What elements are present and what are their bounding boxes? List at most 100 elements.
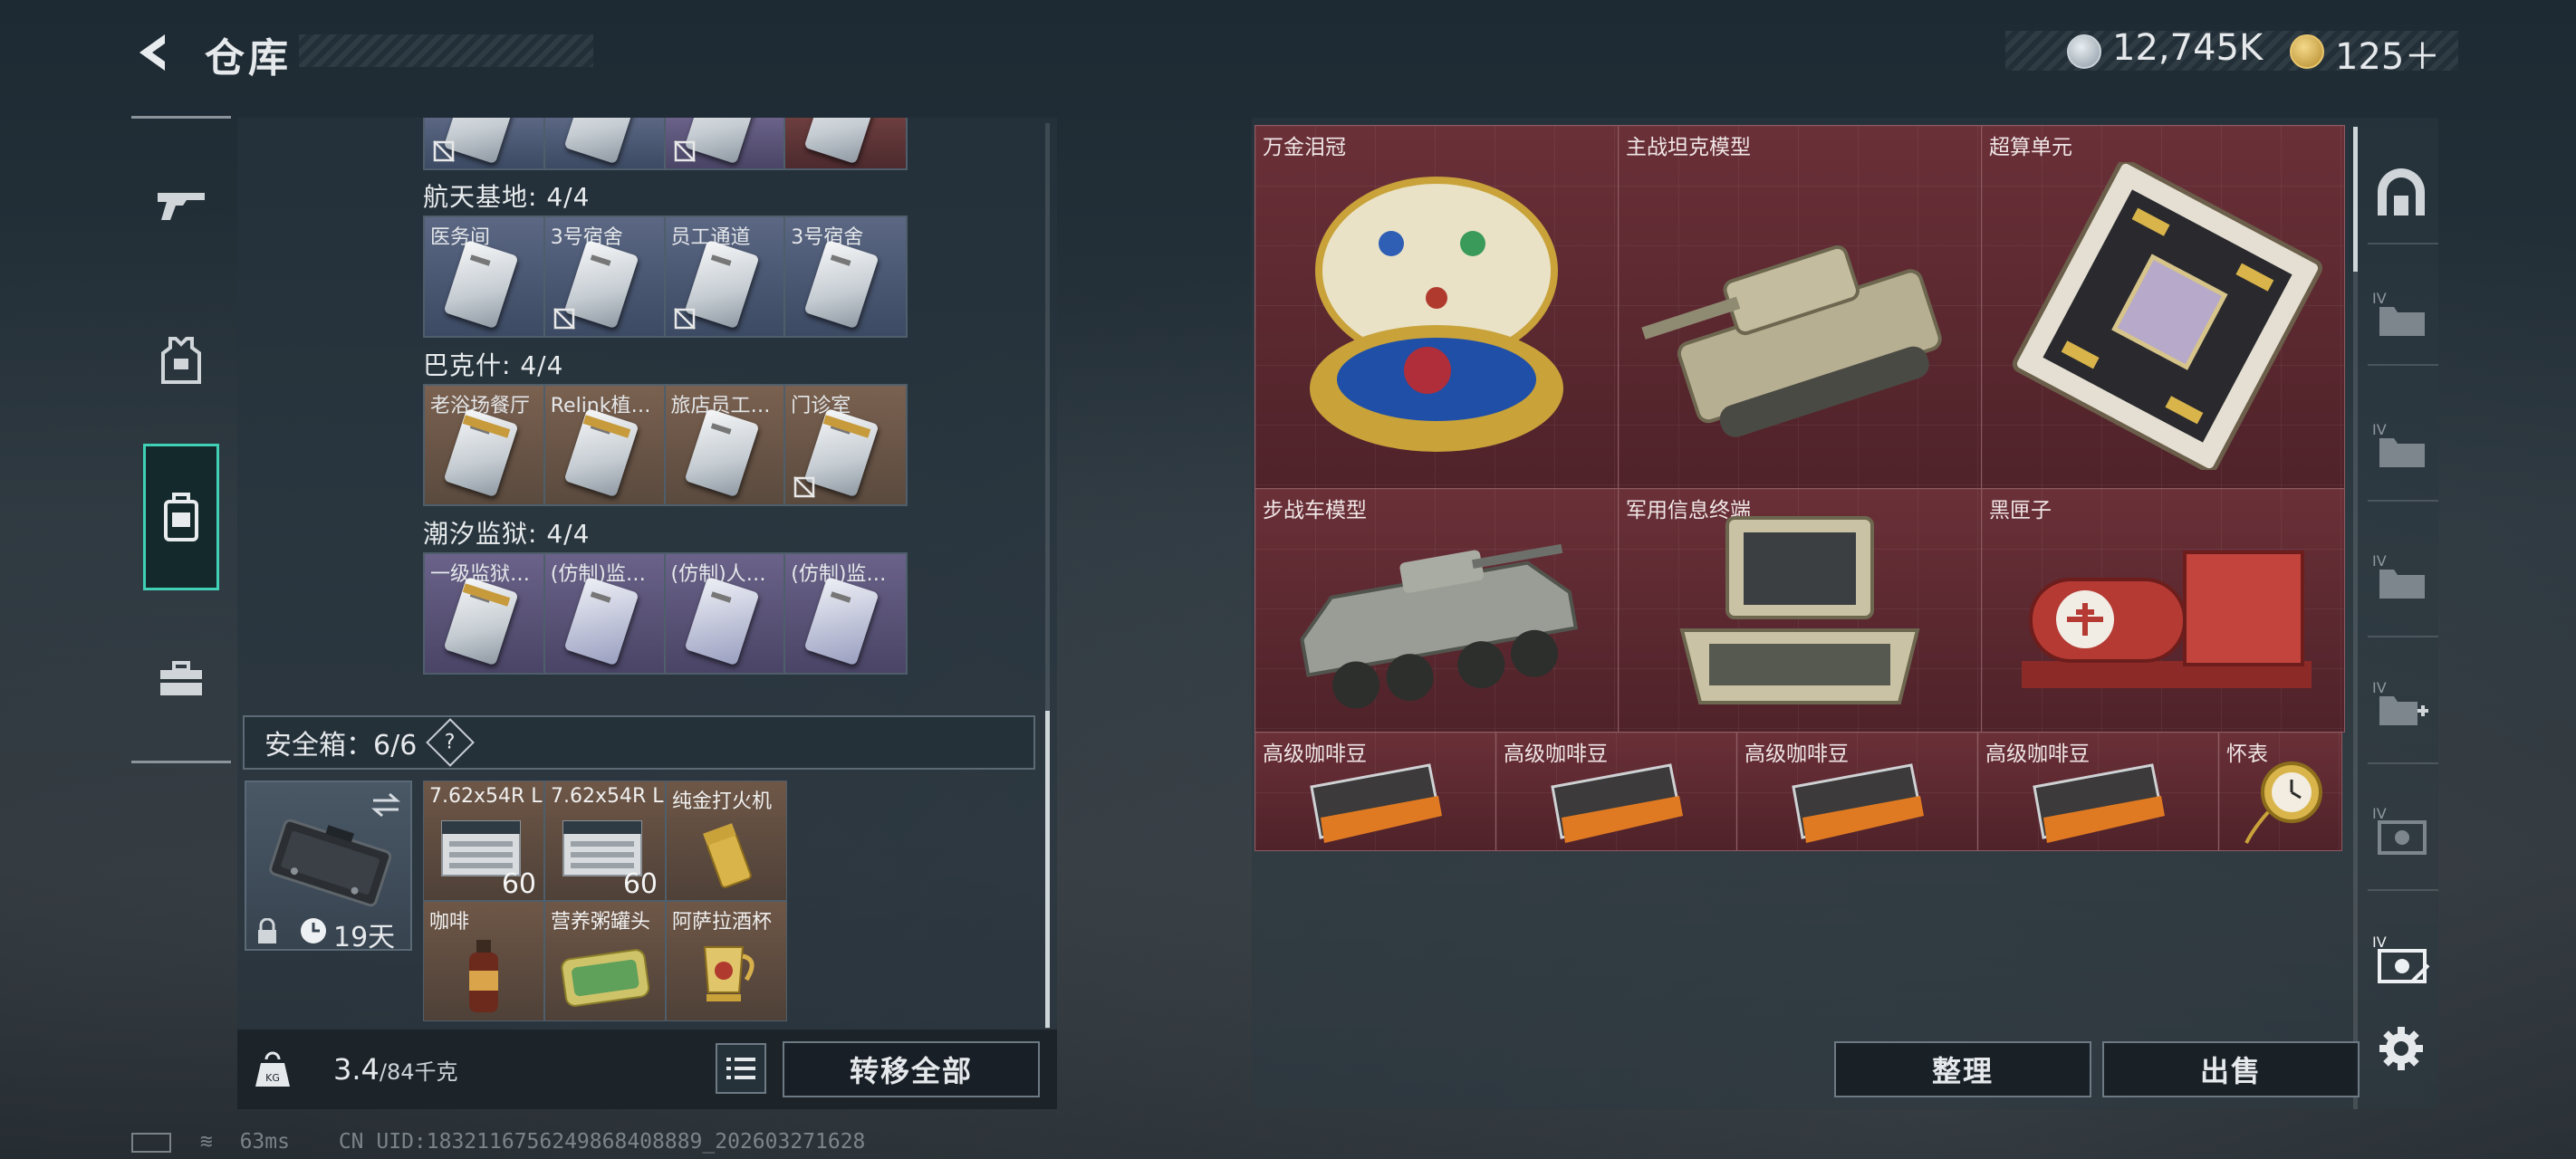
stash-item-ifv-model[interactable]: 步战车模型 [1254,488,1619,733]
side-divider [2368,243,2438,244]
nav-weapon[interactable] [136,158,226,249]
settings-button[interactable] [2369,1016,2434,1081]
svg-text:IV: IV [2372,421,2387,438]
stash-item-supercompute-unit[interactable]: 超算单元 [1981,125,2345,489]
no-entry-icon [673,140,696,162]
keycard-item[interactable]: Relink植… [544,386,666,504]
stash-scroll-thumb[interactable] [2353,127,2358,272]
stash-item-crown-egg[interactable]: 万金泪冠 [1254,125,1619,489]
arch-vault-icon [2378,168,2425,216]
keycard-item[interactable]: 员工通道 [665,217,786,336]
stash-item-coffee-beans[interactable]: 高级咖啡豆 [1254,732,1496,851]
stash-item-coffee-beans[interactable]: 高级咖啡豆 [1736,732,1978,851]
safebox-title: 安全箱：6/6 [264,730,418,761]
keycard-item[interactable]: 医务间 [425,217,545,336]
stash-tab-5[interactable]: IV [2369,670,2434,735]
nav-toolbox[interactable] [136,634,226,724]
can-icon [561,949,650,1007]
keycard-item[interactable]: (仿制)监… [785,554,906,673]
pocket-watch-icon [2244,761,2322,844]
stash-item-military-terminal[interactable]: 军用信息终端 [1618,488,1982,733]
svg-text:IV: IV [2372,290,2387,307]
safe-edit-icon: IV [2372,934,2430,983]
swap-icon [371,792,400,818]
stash-tab-7[interactable]: IV [2369,925,2434,991]
transfer-all-button[interactable]: 转移全部 [783,1041,1040,1097]
help-icon: ? [445,731,457,754]
stash-item-pocket-watch[interactable]: 怀表 [2218,732,2342,851]
chevron-left-icon [139,34,165,71]
back-button[interactable] [127,25,181,80]
stash-item-coffee-beans[interactable]: 高级咖啡豆 [1977,732,2219,851]
safebox-duration: 19天 [333,922,396,953]
currency-secondary-value[interactable]: 125＋ [2335,27,2440,80]
side-divider [2368,500,2438,502]
goblet-icon [703,946,755,1001]
keycard-item[interactable]: 3号宿舍 [544,217,666,336]
coffee-bag-icon [1310,763,1442,843]
wifi-icon: ≋ [199,1130,213,1154]
armor-vest-icon [161,337,201,384]
stash-item-black-box[interactable]: 黑匣子 [1981,488,2345,733]
stash-tab-6[interactable]: IV [2369,797,2434,862]
help-button[interactable]: ? [426,718,476,767]
keycard-item[interactable]: 3号宿舍 [785,217,906,336]
keycard-slot[interactable] [544,118,666,168]
backpack-icon [164,493,198,541]
no-entry-icon [553,308,575,330]
group-title: 潮汐监狱: 4/4 [423,519,591,549]
folder-icon: IV [2372,552,2425,599]
keycard-slot[interactable] [785,118,906,168]
organize-button[interactable]: 整理 [1834,1041,2091,1097]
stash-tab-2[interactable]: IV [2369,281,2434,346]
stash-scrollbar[interactable] [2353,127,2358,1109]
keycard-row: 老浴场餐厅 Relink植… 旅店员工… 门诊室 [423,384,908,506]
keycard-item[interactable]: (仿制)人… [665,554,786,673]
safebox-item-porridge[interactable]: 营养粥罐头 [544,901,666,1021]
stash-tab-main[interactable] [2369,159,2434,225]
armored-vehicle-icon [1300,543,1579,709]
currency-main-value[interactable]: 12,745K [2112,27,2263,69]
folder-plus-icon: IV [2372,679,2428,725]
keycard-item[interactable]: 老浴场餐厅 [425,386,545,504]
nav-divider-top [131,116,231,119]
stash-tab-4[interactable]: IV [2369,543,2434,608]
title-decoration [299,34,593,67]
sell-button[interactable]: 出售 [2102,1041,2360,1097]
keycard-item[interactable]: 一级监狱… [425,554,545,673]
svg-text:IV: IV [2372,934,2387,951]
stash-tab-3[interactable]: IV [2369,412,2434,477]
status-line: ≋ 63ms CN UID:1832116756249868408889_202… [131,1130,865,1154]
keycard-slot[interactable] [665,118,786,168]
safebox-item-ammo[interactable]: 7.62x54R L… 60 [544,781,666,901]
inventory-scroll-thumb[interactable] [1045,711,1050,1028]
stash-item-coffee-beans[interactable]: 高级咖啡豆 [1495,732,1737,851]
keycard-item[interactable]: 旅店员工… [665,386,786,504]
keycard-item[interactable]: 门诊室 [785,386,906,504]
coffee-bag-icon [2033,763,2165,843]
keycard-row-partial [423,118,908,170]
stash-item-tank-model[interactable]: 主战坦克模型 [1618,125,1982,489]
safebox-container[interactable]: 19天 [245,781,412,953]
safebox-header: 安全箱：6/6 ? [243,715,1035,770]
keycard-slot[interactable] [425,118,545,168]
group-title: 巴克什: 4/4 [423,350,564,380]
side-divider [2368,889,2438,891]
nav-armor[interactable] [136,315,226,406]
nav-backpack[interactable] [143,444,219,590]
safebox-item-coffee[interactable]: 咖啡 [423,901,544,1021]
side-divider [2368,762,2438,764]
list-view-button[interactable] [716,1043,766,1094]
flight-recorder-icon [2022,551,2312,688]
safebox-item-lighter[interactable]: 纯金打火机 [666,781,787,901]
keycard-row: 一级监狱… (仿制)监… (仿制)人… (仿制)监… [423,552,908,675]
keycard-row: 医务间 3号宿舍 员工通道 3号宿舍 [423,216,908,338]
gear-icon [2379,1027,2423,1070]
jeweled-egg-icon [1310,177,1563,452]
safebox-item-ammo[interactable]: 7.62x54R L… 60 [423,781,544,901]
safebox-case-icon [269,819,392,907]
currency-secondary-icon [2290,34,2324,69]
keycard-item[interactable]: (仿制)监… [544,554,666,673]
folder-icon: IV [2372,290,2425,336]
safebox-item-cup[interactable]: 阿萨拉酒杯 [666,901,787,1021]
